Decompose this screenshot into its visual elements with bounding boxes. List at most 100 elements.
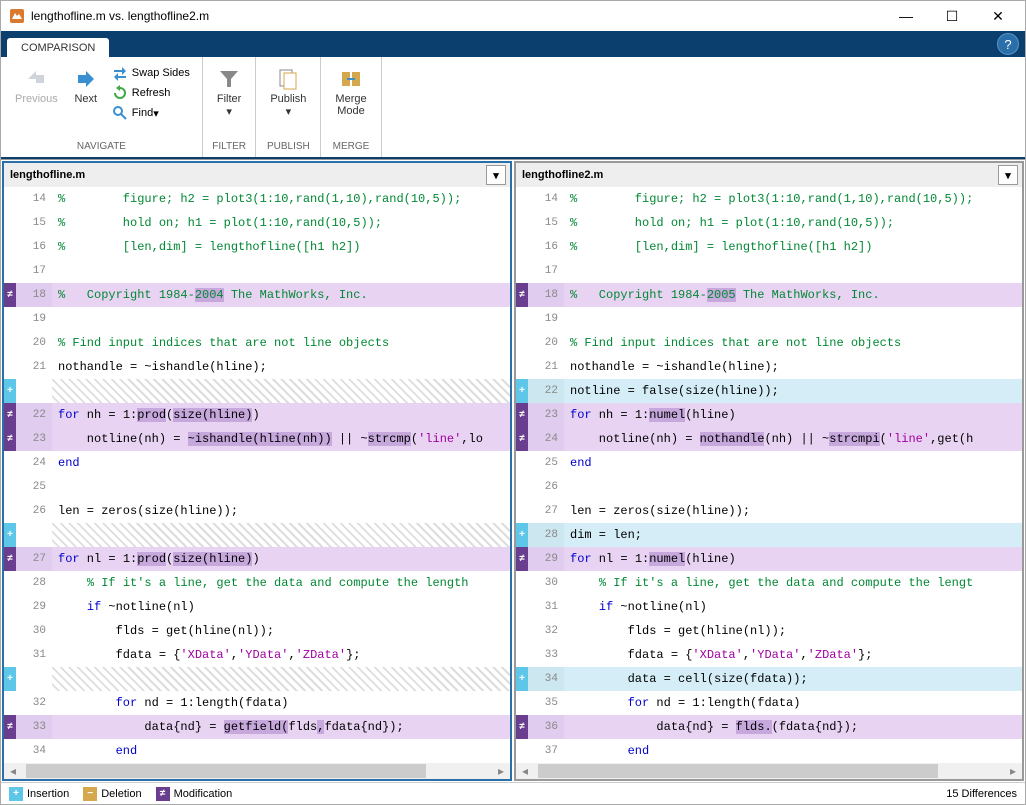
line-number: 20 xyxy=(528,331,564,355)
code-line[interactable]: % Find input indices that are not line o… xyxy=(52,331,510,355)
code-line[interactable]: for nl = 1:numel(hline) xyxy=(564,547,1022,571)
line-number: 26 xyxy=(16,499,52,523)
code-line[interactable]: nothandle = ~ishandle(hline); xyxy=(52,355,510,379)
left-code-view[interactable]: ≠+≠≠+≠+≠ 1415161718192021222324252627282… xyxy=(4,187,510,763)
diff-mark: + xyxy=(4,379,16,403)
group-publish: Publish▾ PUBLISH xyxy=(256,57,321,157)
line-number: 16 xyxy=(16,235,52,259)
previous-button[interactable]: Previous xyxy=(7,63,66,105)
code-line[interactable]: flds = get(hline(nl)); xyxy=(564,619,1022,643)
code-line[interactable]: % Find input indices that are not line o… xyxy=(564,331,1022,355)
filter-icon xyxy=(217,67,241,91)
left-pane-menu[interactable]: ▾ xyxy=(486,165,506,185)
code-line[interactable] xyxy=(564,259,1022,283)
code-line[interactable]: end xyxy=(52,451,510,475)
code-line[interactable]: notline(nh) = nothandle(nh) || ~strcmpi(… xyxy=(564,427,1022,451)
diff-count: 15 Differences xyxy=(946,788,1017,800)
code-line[interactable]: for nh = 1:numel(hline) xyxy=(564,403,1022,427)
line-number: 18 xyxy=(16,283,52,307)
code-line[interactable]: if ~notline(nl) xyxy=(564,595,1022,619)
code-line[interactable]: % [len,dim] = lengthofline([h1 h2]) xyxy=(52,235,510,259)
code-line[interactable]: end xyxy=(564,451,1022,475)
line-number: 31 xyxy=(528,595,564,619)
merge-mode-button[interactable]: Merge Mode xyxy=(327,63,374,117)
code-line[interactable]: % hold on; h1 = plot(1:10,rand(10,5)); xyxy=(564,211,1022,235)
diff-mark xyxy=(4,619,16,643)
code-line[interactable]: notline(nh) = ~ishandle(hline(nh)) || ~s… xyxy=(52,427,510,451)
code-line[interactable]: fdata = {'XData','YData','ZData'}; xyxy=(52,643,510,667)
line-number: 17 xyxy=(528,259,564,283)
group-merge: Merge Mode MERGE xyxy=(321,57,381,157)
code-line[interactable]: end xyxy=(52,739,510,763)
code-line[interactable]: % figure; h2 = plot3(1:10,rand(1,10),ran… xyxy=(564,187,1022,211)
line-number: 20 xyxy=(16,331,52,355)
code-line[interactable]: len = zeros(size(hline)); xyxy=(52,499,510,523)
code-line[interactable]: end xyxy=(564,739,1022,763)
diff-mark: ≠ xyxy=(516,427,528,451)
line-number: 28 xyxy=(528,523,564,547)
code-line[interactable]: nothandle = ~ishandle(hline); xyxy=(564,355,1022,379)
code-line[interactable]: dim = len; xyxy=(564,523,1022,547)
right-hscroll[interactable]: ◂▸ xyxy=(516,763,1022,779)
maximize-button[interactable]: ☐ xyxy=(929,1,975,31)
window-title: lengthofline.m vs. lengthofline2.m xyxy=(31,9,883,23)
code-line[interactable]: fdata = {'XData','YData','ZData'}; xyxy=(564,643,1022,667)
line-number: 19 xyxy=(528,307,564,331)
left-hscroll[interactable]: ◂▸ xyxy=(4,763,510,779)
right-pane-menu[interactable]: ▾ xyxy=(998,165,1018,185)
code-line[interactable]: data{nd} = getfield(flds,fdata{nd}); xyxy=(52,715,510,739)
right-file-name: lengthofline2.m xyxy=(522,169,603,181)
group-filter: Filter▾ FILTER xyxy=(203,57,256,157)
code-line[interactable]: % figure; h2 = plot3(1:10,rand(1,10),ran… xyxy=(52,187,510,211)
code-line[interactable]: % hold on; h1 = plot(1:10,rand(10,5)); xyxy=(52,211,510,235)
line-number xyxy=(16,379,52,403)
code-line[interactable] xyxy=(564,475,1022,499)
code-line[interactable]: % Copyright 1984-2005 The MathWorks, Inc… xyxy=(564,283,1022,307)
swap-sides-button[interactable]: Swap Sides xyxy=(106,63,196,83)
find-button[interactable]: Find ▾ xyxy=(106,103,196,123)
code-line[interactable]: if ~notline(nl) xyxy=(52,595,510,619)
diff-mark xyxy=(516,571,528,595)
code-line[interactable] xyxy=(52,523,510,547)
code-line[interactable]: for nl = 1:prod(size(hline)) xyxy=(52,547,510,571)
code-line[interactable]: notline = false(size(hline)); xyxy=(564,379,1022,403)
code-line[interactable] xyxy=(52,307,510,331)
diff-mark xyxy=(4,691,16,715)
code-line[interactable]: flds = get(hline(nl)); xyxy=(52,619,510,643)
help-button[interactable]: ? xyxy=(997,33,1019,55)
code-line[interactable] xyxy=(52,475,510,499)
publish-button[interactable]: Publish▾ xyxy=(262,63,314,118)
code-line[interactable]: % If it's a line, get the data and compu… xyxy=(52,571,510,595)
code-line[interactable]: for nd = 1:length(fdata) xyxy=(564,691,1022,715)
code-line[interactable] xyxy=(564,307,1022,331)
code-line[interactable]: % If it's a line, get the data and compu… xyxy=(564,571,1022,595)
code-line[interactable] xyxy=(52,259,510,283)
diff-mark: ≠ xyxy=(4,283,16,307)
code-line[interactable] xyxy=(52,379,510,403)
line-number: 22 xyxy=(16,403,52,427)
code-line[interactable]: % Copyright 1984-2004 The MathWorks, Inc… xyxy=(52,283,510,307)
tab-comparison[interactable]: COMPARISON xyxy=(7,38,109,57)
code-line[interactable]: for nh = 1:prod(size(hline)) xyxy=(52,403,510,427)
filter-button[interactable]: Filter▾ xyxy=(209,63,249,118)
right-code-view[interactable]: ≠+≠≠+≠+≠ 1415161718192021222324252627282… xyxy=(516,187,1022,763)
refresh-button[interactable]: Refresh xyxy=(106,83,196,103)
code-line[interactable]: data = cell(size(fdata)); xyxy=(564,667,1022,691)
minimize-button[interactable]: — xyxy=(883,1,929,31)
code-line[interactable] xyxy=(52,667,510,691)
code-line[interactable]: len = zeros(size(hline)); xyxy=(564,499,1022,523)
diff-mark xyxy=(516,691,528,715)
diff-mark xyxy=(516,211,528,235)
close-button[interactable]: ✕ xyxy=(975,1,1021,31)
line-number: 34 xyxy=(16,739,52,763)
next-button[interactable]: Next xyxy=(66,63,106,105)
code-line[interactable]: data{nd} = flds.(fdata{nd}); xyxy=(564,715,1022,739)
diff-mark xyxy=(516,475,528,499)
code-line[interactable]: for nd = 1:length(fdata) xyxy=(52,691,510,715)
line-number: 33 xyxy=(16,715,52,739)
code-line[interactable]: % [len,dim] = lengthofline([h1 h2]) xyxy=(564,235,1022,259)
merge-icon xyxy=(339,67,363,91)
line-number: 23 xyxy=(528,403,564,427)
diff-mark: + xyxy=(516,523,528,547)
diff-mark xyxy=(516,619,528,643)
